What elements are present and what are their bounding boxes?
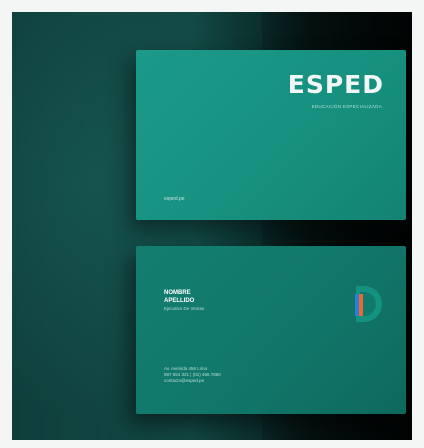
email: contacto@esped.pe xyxy=(164,378,205,383)
brand-logo: ESPED xyxy=(287,70,384,99)
job-title: Ejecutivo De Ventas xyxy=(164,306,205,311)
business-card-front: ESPED EDUCACIÓN ESPECIALIZADA esped.pe xyxy=(136,50,406,220)
d-logo-icon xyxy=(355,286,382,322)
last-name: APELLIDO xyxy=(164,297,195,304)
photo-scene: ESPED EDUCACIÓN ESPECIALIZADA esped.pe N… xyxy=(12,12,412,440)
contact-details: Av. Avenida 456 Lima 987 654 321 | (01) … xyxy=(164,366,221,384)
first-name: NOMBRE xyxy=(164,290,191,296)
brand-tagline: EDUCACIÓN ESPECIALIZADA xyxy=(311,104,382,109)
contact-name: NOMBRE APELLIDO xyxy=(164,290,194,305)
business-card-back: NOMBRE APELLIDO Ejecutivo De Ventas Av. … xyxy=(136,246,406,414)
website-url: esped.pe xyxy=(164,196,185,202)
